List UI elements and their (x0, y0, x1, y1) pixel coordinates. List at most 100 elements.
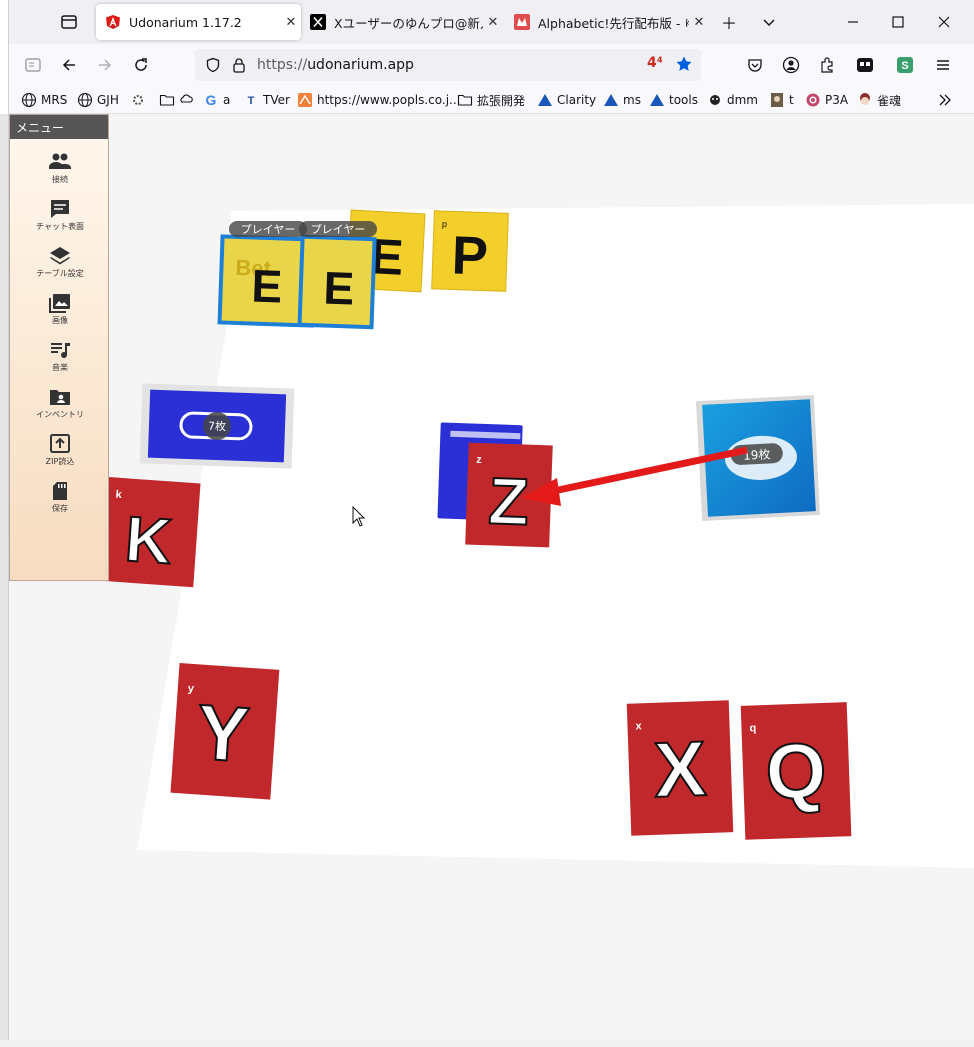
menu-item-images[interactable]: 画像 (10, 292, 110, 339)
menu-item-chat[interactable]: チャット表面 (10, 198, 110, 245)
app-menu-icon[interactable] (931, 53, 955, 77)
svg-text:p: p (442, 219, 447, 229)
bookmark-mrs[interactable]: MRS (21, 90, 67, 110)
bookmark-clarity[interactable]: Clarity (537, 90, 596, 110)
pocket-icon[interactable] (743, 53, 767, 77)
close-icon[interactable]: ✕ (483, 15, 503, 30)
triangle-icon (537, 92, 553, 108)
p3a-icon (805, 92, 821, 108)
svg-text:G: G (206, 92, 217, 108)
bookmark-a[interactable]: Ga (203, 90, 231, 110)
red-card-x[interactable]: x X (626, 700, 734, 836)
tab-title: Alphabetic!先行配布版 - ゆん (538, 15, 689, 31)
menu-item-inventory[interactable]: インベントリ (10, 386, 110, 433)
character-icon (769, 92, 785, 108)
red-card-q[interactable]: q Q (740, 702, 852, 840)
bookmark-gjh[interactable]: GJH (77, 90, 119, 110)
bookmarks-overflow-icon[interactable] (937, 90, 953, 110)
udonarium-page: E p P Bet E E プレイヤー プレイヤー 7枚 k K z Z 19枚… (9, 114, 974, 1040)
back-icon[interactable] (57, 53, 81, 77)
mahjong-soul-icon (857, 92, 873, 108)
extensions-icon[interactable] (815, 53, 839, 77)
bookmark-ms[interactable]: ms (603, 90, 641, 110)
maximize-icon[interactable] (886, 10, 910, 34)
bookmark-mahjong-soul[interactable]: 雀魂 (857, 90, 901, 110)
google-icon: G (203, 92, 219, 108)
card-letter: E (251, 259, 283, 312)
player-label-1: プレイヤー (229, 221, 307, 237)
tab-strip: Udonarium 1.17.2 ✕ Xユーザーのゆんプロ@新人同人 ✕ Alp… (9, 0, 974, 44)
menu-item-table-settings[interactable]: テーブル設定 (10, 245, 110, 292)
menu-item-zip-load[interactable]: ZIP読込 (10, 433, 110, 480)
people-icon (49, 153, 71, 169)
tab-x[interactable]: Xユーザーのゆんプロ@新人同人 ✕ (301, 4, 503, 40)
popls-icon (297, 92, 313, 108)
bookmark-p3a[interactable]: P3A (805, 90, 848, 110)
close-icon[interactable]: ✕ (689, 15, 709, 30)
yellow-card-e-selected-2[interactable]: E (297, 234, 377, 330)
menu-item-connect[interactable]: 接続 (10, 151, 110, 198)
bookmark-popls[interactable]: https://www.popls.co.j... (297, 90, 460, 110)
card-letter: Y (194, 687, 252, 778)
new-tab-icon[interactable]: ＋ (717, 10, 741, 34)
x-logo-icon (310, 14, 326, 30)
folder-user-icon (50, 390, 70, 405)
deck-count: 7枚 (208, 419, 226, 434)
reader-sidebar-icon[interactable] (21, 53, 45, 77)
extension-black-icon[interactable] (853, 53, 877, 77)
triangle-icon (603, 92, 619, 108)
tver-icon: T (243, 92, 259, 108)
svg-text:プレイヤー: プレイヤー (241, 223, 296, 236)
reload-icon[interactable] (129, 53, 153, 77)
account-icon[interactable] (779, 53, 803, 77)
menu-title[interactable]: メニュー (10, 115, 108, 139)
navigation-toolbar: https://udonarium.app 4⁴ S (9, 44, 974, 86)
menu-item-save[interactable]: 保存 (10, 480, 110, 527)
bookmark-tver[interactable]: T TVer (243, 90, 290, 110)
svg-text:T: T (248, 95, 255, 107)
chat-icon (51, 200, 69, 218)
window-close-icon[interactable] (932, 10, 956, 34)
tracking-shield-icon[interactable] (205, 57, 221, 77)
game-table[interactable]: E p P Bet E E プレイヤー プレイヤー 7枚 k K z Z 19枚… (9, 114, 974, 1040)
window-bottom-border (0, 1040, 974, 1047)
sd-card-icon (53, 482, 67, 500)
bookmark-folder[interactable] (159, 90, 199, 110)
url-bar[interactable]: https://udonarium.app 4⁴ (195, 49, 701, 81)
extension-badge[interactable]: 4⁴ (647, 55, 663, 71)
tab-alphabetic[interactable]: Alphabetic!先行配布版 - ゆん ✕ (505, 4, 709, 40)
minimize-icon[interactable] (841, 10, 865, 34)
bookmark-t[interactable]: t (769, 90, 794, 110)
bookmark-gear[interactable] (129, 90, 149, 110)
menu-item-music[interactable]: 音楽 (10, 339, 110, 386)
list-tabs-icon[interactable] (757, 10, 781, 34)
upload-icon (50, 434, 70, 453)
url-text: https://udonarium.app (257, 57, 414, 73)
firefox-view-icon[interactable] (57, 10, 81, 34)
tab-title: Xユーザーのゆんプロ@新人同人 (334, 15, 483, 31)
svg-text:q: q (749, 722, 756, 734)
close-icon[interactable]: ✕ (281, 15, 301, 30)
bookmark-extension-dev[interactable]: 拡張開発 (457, 90, 525, 110)
booth-icon (514, 14, 530, 30)
svg-text:z: z (476, 454, 482, 466)
browser-window: Udonarium 1.17.2 ✕ Xユーザーのゆんプロ@新人同人 ✕ Alp… (8, 0, 974, 1047)
lock-icon[interactable] (231, 57, 247, 77)
extension-s-icon[interactable]: S (893, 53, 917, 77)
cloud-icon (179, 92, 195, 108)
bookmark-star-icon[interactable] (675, 55, 693, 77)
yellow-card-p[interactable]: p P (431, 210, 509, 292)
blue-deck[interactable]: 7枚 (139, 383, 295, 469)
red-card-k[interactable]: k K (101, 477, 201, 588)
player-label-2: プレイヤー (299, 221, 377, 237)
svg-text:プレイヤー: プレイヤー (311, 223, 366, 236)
tab-udonarium[interactable]: Udonarium 1.17.2 ✕ (96, 4, 301, 40)
red-card-y[interactable]: y Y (170, 662, 280, 800)
svg-text:S: S (901, 60, 908, 72)
angular-icon (105, 14, 121, 30)
forward-icon[interactable] (93, 53, 117, 77)
bookmark-tools[interactable]: tools (649, 90, 698, 110)
image-icon (49, 294, 70, 313)
layers-icon (50, 247, 70, 265)
bookmark-dmm[interactable]: dmm (707, 90, 758, 110)
